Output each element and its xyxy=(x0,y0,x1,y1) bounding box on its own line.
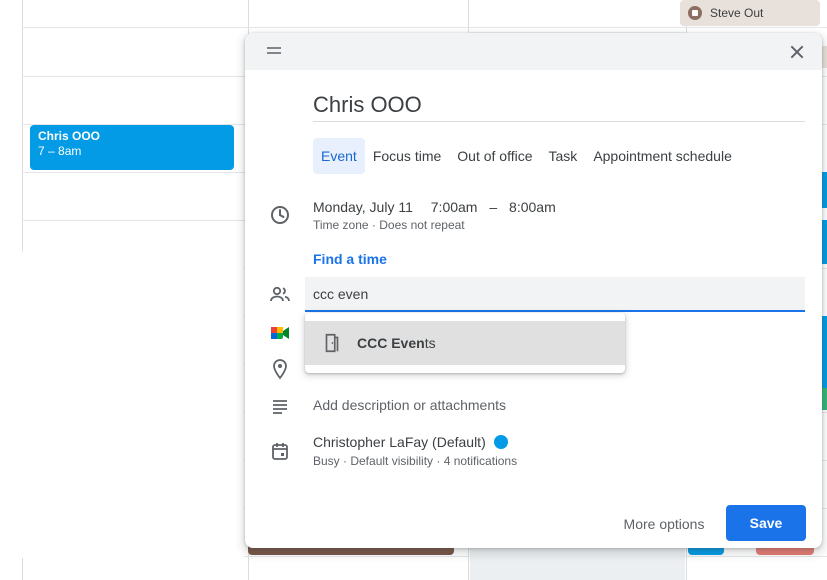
clock-icon xyxy=(271,206,289,224)
calendar-selector[interactable]: Christopher LaFay (Default) xyxy=(313,434,508,450)
calendar-name: Christopher LaFay (Default) xyxy=(313,434,486,450)
calendar-event-chris-ooo[interactable]: Chris OOO 7 – 8am xyxy=(30,125,234,170)
event-title-input[interactable] xyxy=(313,88,805,122)
more-options-button[interactable]: More options xyxy=(613,507,715,541)
grid-line xyxy=(22,27,827,28)
save-button[interactable]: Save xyxy=(726,505,806,541)
google-meet-icon[interactable] xyxy=(268,321,292,345)
tab-out-of-office[interactable]: Out of office xyxy=(449,138,540,174)
event-title: Chris OOO xyxy=(38,129,101,143)
calendar-settings[interactable]: Busy · Default visibility · 4 notificati… xyxy=(313,454,517,468)
find-a-time-link[interactable]: Find a time xyxy=(313,251,387,267)
redaction-patch xyxy=(22,243,244,558)
drag-handle-icon[interactable] xyxy=(267,47,281,54)
event-type-tabs: Event Focus time Out of office Task Appo… xyxy=(313,138,740,174)
add-guests-input[interactable] xyxy=(305,277,805,312)
tab-task[interactable]: Task xyxy=(541,138,586,174)
suggestion-ccc-events[interactable]: CCC Events xyxy=(305,321,625,365)
dialog-header[interactable] xyxy=(245,33,822,70)
guest-suggestions-dropdown: CCC Events xyxy=(305,313,625,373)
time-zone-repeat[interactable]: Time zone · Does not repeat xyxy=(313,218,465,232)
people-icon xyxy=(270,286,290,302)
event-date[interactable]: Monday, July 11 xyxy=(313,199,413,215)
event-dialog: Event Focus time Out of office Task Appo… xyxy=(245,33,822,548)
out-of-office-icon xyxy=(688,6,702,20)
close-button[interactable] xyxy=(784,39,810,65)
location-pin-icon xyxy=(273,359,287,380)
calendar-chip-steve-out[interactable]: Steve Out xyxy=(680,0,820,26)
event-datetime[interactable]: Monday, July 11 7:00am – 8:00am xyxy=(313,199,556,215)
room-door-icon xyxy=(325,333,339,353)
tab-focus-time[interactable]: Focus time xyxy=(365,138,449,174)
suggestion-rest: ts xyxy=(424,335,436,351)
time-separator: – xyxy=(489,199,498,215)
add-description-field[interactable]: Add description or attachments xyxy=(313,397,506,413)
tab-event[interactable]: Event xyxy=(313,138,365,174)
suggestion-match: CCC Even xyxy=(357,335,425,351)
event-time: 7 – 8am xyxy=(38,144,82,158)
tab-appointment-schedule[interactable]: Appointment schedule xyxy=(585,138,740,174)
description-icon xyxy=(273,400,287,414)
chip-label: Steve Out xyxy=(710,6,764,20)
calendar-icon xyxy=(272,443,288,460)
end-time[interactable]: 8:00am xyxy=(509,199,556,215)
calendar-color-dot[interactable] xyxy=(493,435,508,449)
start-time[interactable]: 7:00am xyxy=(431,199,478,215)
suggestion-label: CCC Events xyxy=(357,335,436,351)
